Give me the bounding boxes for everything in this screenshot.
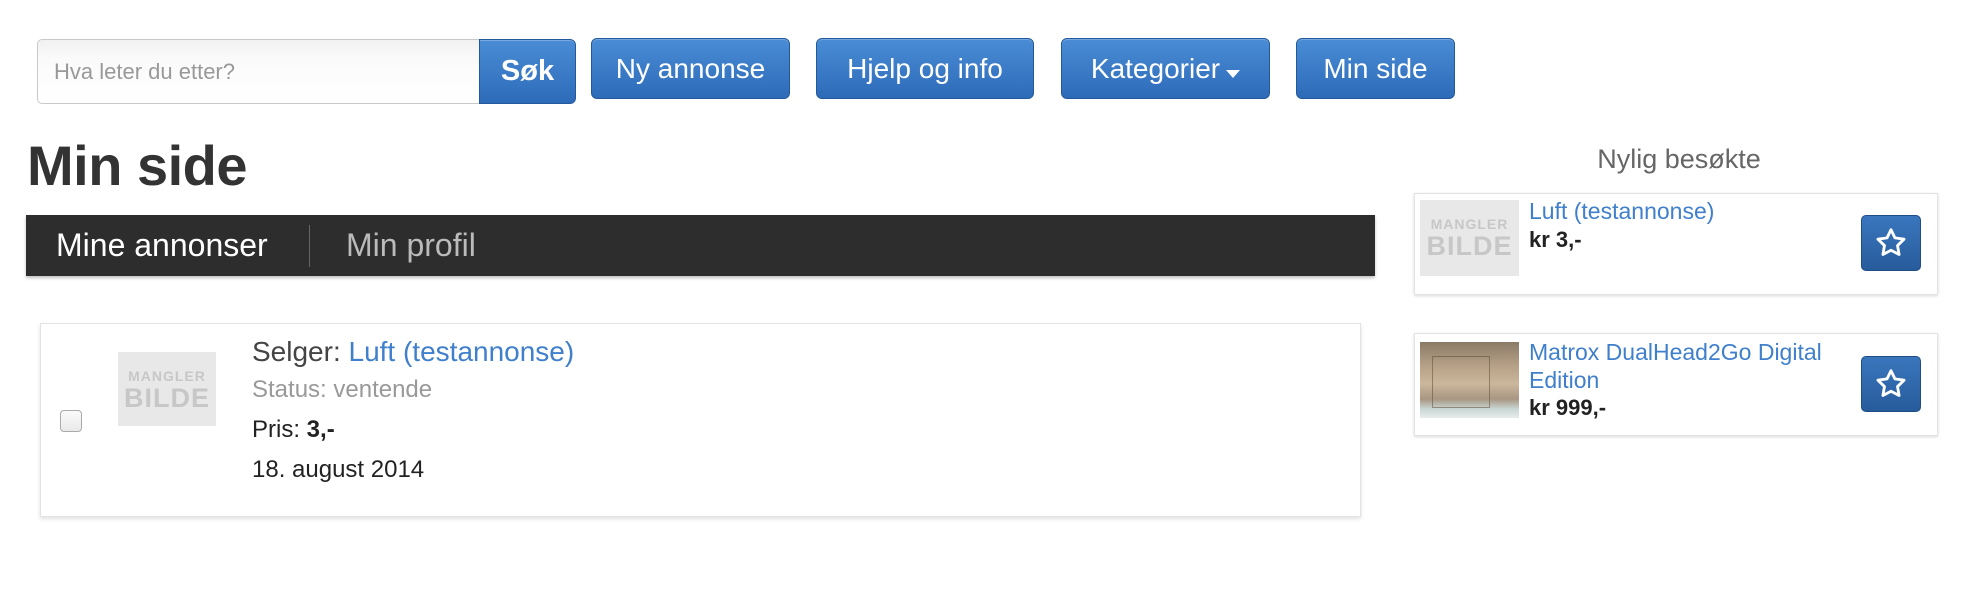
- price-label: Pris:: [252, 416, 300, 443]
- price-value: 3,-: [306, 416, 335, 443]
- my-page-button[interactable]: Min side: [1296, 38, 1455, 99]
- recent-item-price: kr 3,-: [1529, 227, 1582, 252]
- search-button[interactable]: Søk: [479, 39, 576, 104]
- no-image-line2: BILDE: [1426, 231, 1513, 261]
- listing-checkbox[interactable]: [60, 410, 82, 432]
- no-image-placeholder: MANGLER BILDE: [118, 352, 216, 426]
- seller-link[interactable]: Luft (testannonse): [349, 336, 575, 367]
- categories-label: Kategorier: [1090, 53, 1221, 84]
- listing-seller: Selger: Luft (testannonse): [252, 332, 574, 372]
- no-image-line1: MANGLER: [128, 368, 206, 384]
- recently-visited-title: Nylig besøkte: [1597, 144, 1761, 174]
- tab-bar: Mine annonser Min profil: [26, 215, 1375, 276]
- recent-item-title-link[interactable]: Matrox DualHead2Go Digital Edition: [1529, 338, 1869, 394]
- recent-item-thumbnail[interactable]: [1420, 342, 1519, 418]
- tab-divider: [309, 225, 310, 267]
- star-icon: [1876, 369, 1906, 397]
- recent-item-price: kr 999,-: [1529, 395, 1607, 420]
- no-image-line2: BILDE: [124, 383, 210, 413]
- favorite-button[interactable]: [1861, 356, 1921, 412]
- no-image-line1: MANGLER: [1430, 216, 1509, 232]
- recent-item-title-link[interactable]: Luft (testannonse): [1529, 197, 1714, 225]
- tab-my-ads[interactable]: Mine annonser: [56, 215, 268, 276]
- listing-price: Pris: 3,-: [252, 413, 335, 447]
- new-ad-button[interactable]: Ny annonse: [591, 38, 790, 99]
- help-info-button[interactable]: Hjelp og info: [816, 38, 1034, 99]
- search-input[interactable]: Hva leter du etter?: [37, 39, 479, 104]
- categories-dropdown[interactable]: Kategorier: [1061, 38, 1270, 99]
- star-icon: [1876, 228, 1906, 256]
- recent-item-thumbnail[interactable]: MANGLER BILDE: [1420, 200, 1519, 276]
- listing-status: Status: ventende: [252, 376, 433, 403]
- listing-date: 18. august 2014: [252, 456, 425, 483]
- caret-down-icon: [1226, 69, 1241, 78]
- seller-label: Selger:: [252, 336, 341, 367]
- listing-card: [40, 323, 1361, 517]
- product-photo-icon: [1432, 356, 1490, 408]
- favorite-button[interactable]: [1861, 215, 1921, 271]
- tab-my-profile[interactable]: Min profil: [346, 215, 476, 276]
- page-title: Min side: [27, 134, 248, 197]
